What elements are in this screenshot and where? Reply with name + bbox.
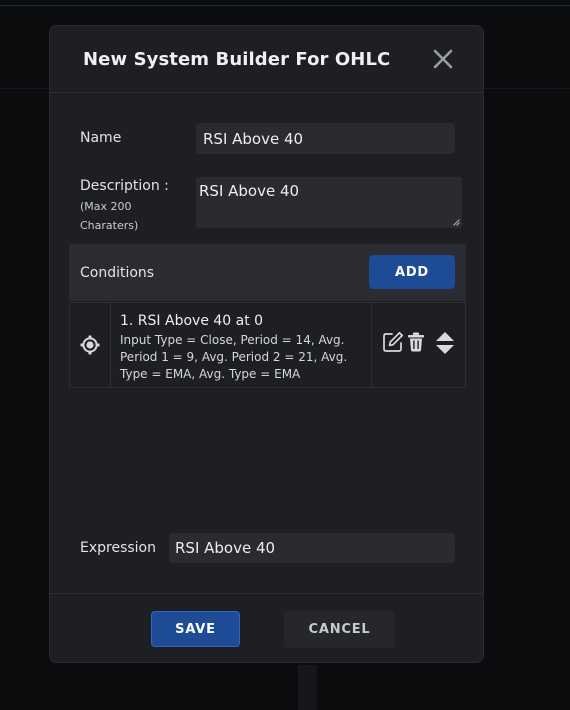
expression-input[interactable] [169, 533, 455, 563]
add-condition-button[interactable]: ADD [369, 255, 455, 289]
resize-grip-icon[interactable] [453, 219, 460, 226]
dialog-title: New System Builder For OHLC [83, 49, 391, 70]
condition-name: 1. RSI Above 40 at 0 [120, 313, 264, 329]
save-button[interactable]: SAVE [151, 611, 240, 647]
drag-handle-icon[interactable] [70, 303, 111, 387]
description-value: RSI Above 40 [199, 182, 300, 200]
system-builder-dialog: New System Builder For OHLC Name Descrip… [49, 25, 484, 663]
description-hint-line2: Charaters) [80, 219, 139, 232]
condition-text: 1. RSI Above 40 at 0 Input Type = Close,… [111, 303, 372, 387]
conditions-header: Conditions ADD [69, 244, 466, 301]
name-input[interactable] [196, 123, 455, 154]
condition-row: 1. RSI Above 40 at 0 Input Type = Close,… [69, 302, 466, 388]
description-label: Description : [80, 178, 169, 194]
trash-icon[interactable] [407, 332, 425, 352]
close-icon[interactable] [431, 47, 455, 71]
background-column [298, 665, 317, 710]
edit-icon[interactable] [382, 331, 404, 353]
background-top-line [0, 5, 570, 6]
description-textarea[interactable]: RSI Above 40 [196, 177, 462, 228]
name-label: Name [80, 130, 122, 146]
expression-label: Expression [80, 540, 156, 556]
conditions-title: Conditions [80, 265, 155, 281]
sort-arrows-icon[interactable] [435, 331, 455, 355]
condition-details: Input Type = Close, Period = 14, Avg. Pe… [120, 333, 348, 381]
condition-actions [372, 303, 467, 387]
footer-divider [50, 593, 483, 594]
cancel-button[interactable]: CANCEL [284, 611, 395, 648]
dialog-header: New System Builder For OHLC [50, 26, 483, 93]
description-hint-line1: (Max 200 [80, 200, 132, 213]
description-hint: (Max 200 Charaters) [80, 197, 138, 235]
